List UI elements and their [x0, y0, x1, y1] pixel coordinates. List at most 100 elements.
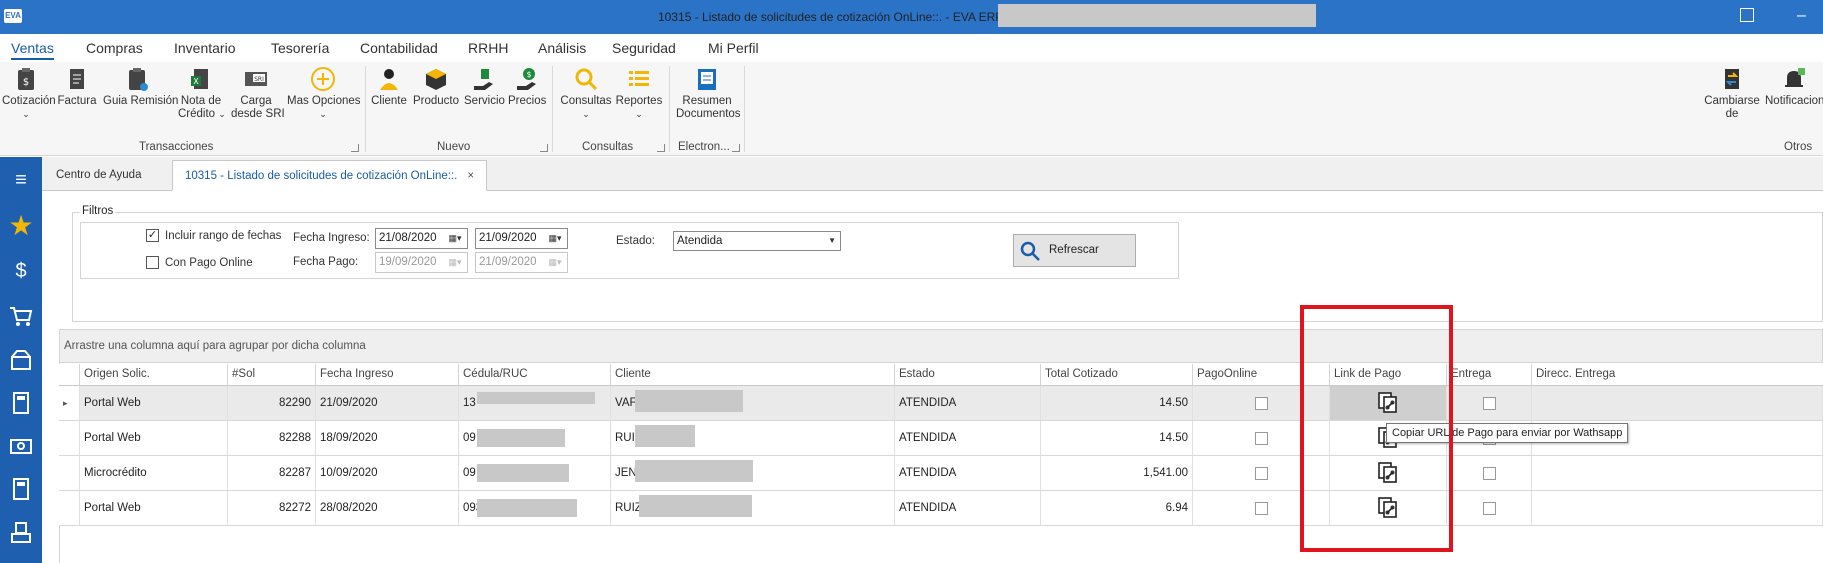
cotizacion-button[interactable]: $ Cotización ⌄ — [2, 66, 56, 121]
switch-icon — [1725, 69, 1739, 89]
col-cedula[interactable]: Cédula/RUC — [459, 364, 611, 386]
fecha-pago-label: Fecha Pago: — [293, 256, 359, 268]
refrescar-button[interactable]: Refrescar — [1013, 234, 1136, 267]
date-value: 21/08/2020 — [379, 232, 437, 244]
money-icon[interactable] — [8, 433, 34, 459]
fecha-ingreso-to-input[interactable]: 21/09/2020 ▦▾ — [475, 228, 568, 249]
clipboard-dollar-icon: $ — [18, 68, 34, 90]
menu-ventas[interactable]: Ventas — [11, 40, 54, 60]
fecha-ingreso-from-input[interactable]: 21/08/2020 ▦▾ — [375, 228, 468, 249]
cambiarse-button[interactable]: Cambiarse de — [1702, 66, 1762, 121]
menu-compras[interactable]: Compras — [86, 40, 143, 56]
tab-listado-cotizacion[interactable]: 10315 - Listado de solicitudes de cotiza… — [172, 160, 488, 191]
search-icon — [1020, 241, 1040, 261]
menu-inventario[interactable]: Inventario — [174, 40, 235, 56]
cell-estado: ATENDIDA — [895, 456, 1041, 491]
menu-contabilidad[interactable]: Contabilidad — [360, 40, 438, 56]
servicio-button[interactable]: Servicio — [464, 66, 505, 108]
row-indicator: ▸ — [59, 386, 80, 421]
cell-sol: 82272 — [228, 491, 316, 526]
summary-doc-icon — [698, 69, 716, 90]
favorites-star-icon[interactable]: ★ — [8, 212, 34, 240]
carga-sri-button[interactable]: SRI Carga desde SRI — [231, 66, 285, 121]
include-range-label: Incluir rango de fechas — [165, 230, 282, 242]
checkbox[interactable] — [1254, 397, 1268, 410]
resumen-documentos-button[interactable]: Resumen Documentos — [676, 66, 741, 121]
calculator-2-icon[interactable] — [8, 476, 34, 502]
ribbon-separator — [365, 66, 366, 152]
window-title: 10315 - Listado de solicitudes de cotiza… — [658, 10, 1042, 24]
cell-sol: 82287 — [228, 456, 316, 491]
notificaciones-button[interactable]: Notificaciones — [1765, 66, 1823, 108]
menu-seguridad[interactable]: Seguridad — [612, 40, 676, 56]
inventory-box-icon[interactable] — [8, 347, 34, 373]
dollar-hand-icon[interactable]: $ — [8, 258, 34, 284]
price-hand-icon: $ — [517, 68, 536, 90]
col-direcc-entrega[interactable]: Direcc. Entrega — [1532, 364, 1823, 386]
tray-icon[interactable] — [8, 520, 34, 546]
filters-legend: Filtros — [80, 205, 116, 217]
col-sol[interactable]: #Sol — [228, 364, 316, 386]
close-icon[interactable]: × — [467, 170, 474, 182]
group-launcher[interactable] — [351, 144, 359, 152]
precios-button[interactable]: $ Precios — [508, 66, 546, 108]
col-fecha-ingreso[interactable]: Fecha Ingreso — [316, 364, 459, 386]
cell-total: 1,541.00 — [1041, 456, 1193, 491]
menu-tesoreria[interactable]: Tesorería — [271, 40, 329, 56]
estado-select[interactable]: Atendida ▼ — [673, 231, 841, 251]
list-icon — [629, 71, 649, 86]
reportes-button[interactable]: Reportes ⌄ — [615, 66, 663, 121]
checkbox[interactable] — [1482, 502, 1496, 515]
calendar-dropdown-icon[interactable]: ▦▾ — [446, 232, 464, 245]
group-otros: Otros — [1784, 141, 1813, 153]
checkbox[interactable] — [1482, 467, 1496, 480]
mas-opciones-button[interactable]: Mas Opciones ⌄ — [287, 66, 361, 121]
cell-entrega[interactable] — [1447, 456, 1532, 491]
checkbox[interactable] — [1254, 432, 1268, 445]
menu-mi-perfil[interactable]: Mi Perfil — [708, 40, 759, 56]
nota-credito-button[interactable]: X Nota de Crédito ⌄ — [178, 66, 226, 121]
redacted-block — [998, 4, 1316, 27]
cell-entrega[interactable] — [1447, 386, 1532, 421]
factura-button[interactable]: Factura — [56, 66, 98, 108]
calculator-icon[interactable] — [8, 390, 34, 416]
redacted-block — [477, 464, 569, 482]
cell-total: 14.50 — [1041, 421, 1193, 456]
cliente-button[interactable]: Cliente — [370, 66, 408, 108]
cell-origen: Portal Web — [80, 386, 228, 421]
group-transacciones: Transacciones — [139, 141, 214, 153]
hamburger-menu-icon[interactable]: ≡ — [8, 167, 34, 193]
col-total[interactable]: Total Cotizado — [1041, 364, 1193, 386]
redacted-block — [635, 390, 743, 412]
menu-rrhh[interactable]: RRHH — [468, 40, 508, 56]
person-icon — [380, 69, 398, 90]
calendar-dropdown-icon[interactable]: ▦▾ — [546, 232, 564, 245]
col-estado[interactable]: Estado — [895, 364, 1041, 386]
cell-sol: 82288 — [228, 421, 316, 456]
group-launcher[interactable] — [732, 144, 740, 152]
col-cliente[interactable]: Cliente — [611, 364, 895, 386]
menu-analisis[interactable]: Análisis — [538, 40, 586, 56]
col-entrega[interactable]: Entrega — [1447, 364, 1532, 386]
col-origen[interactable]: Origen Solic. — [80, 364, 228, 386]
cell-entrega[interactable] — [1447, 491, 1532, 526]
group-electron: Electron... — [678, 141, 730, 153]
tab-centro-ayuda[interactable]: Centro de Ayuda — [44, 160, 153, 191]
producto-button[interactable]: Producto — [413, 66, 459, 108]
checkbox[interactable] — [1482, 397, 1496, 410]
group-consultas: Consultas — [582, 141, 634, 153]
group-launcher[interactable] — [657, 144, 665, 152]
consultas-button[interactable]: Consultas ⌄ — [560, 66, 612, 121]
group-by-panel[interactable]: Arrastre una columna aquí para agrupar p… — [59, 329, 1823, 363]
include-range-checkbox[interactable]: ✓ — [146, 229, 159, 242]
restore-window-button[interactable] — [1740, 8, 1754, 22]
group-launcher[interactable] — [540, 144, 548, 152]
guia-remision-button[interactable]: Guia Remisión — [103, 66, 178, 108]
cart-icon[interactable] — [8, 303, 34, 329]
pago-online-checkbox[interactable] — [146, 256, 159, 269]
checkbox[interactable] — [1254, 467, 1268, 480]
redacted-block — [477, 429, 565, 447]
checkbox[interactable] — [1254, 502, 1268, 515]
row-indicator — [59, 491, 80, 526]
minimize-button[interactable]: – — [1797, 8, 1806, 24]
